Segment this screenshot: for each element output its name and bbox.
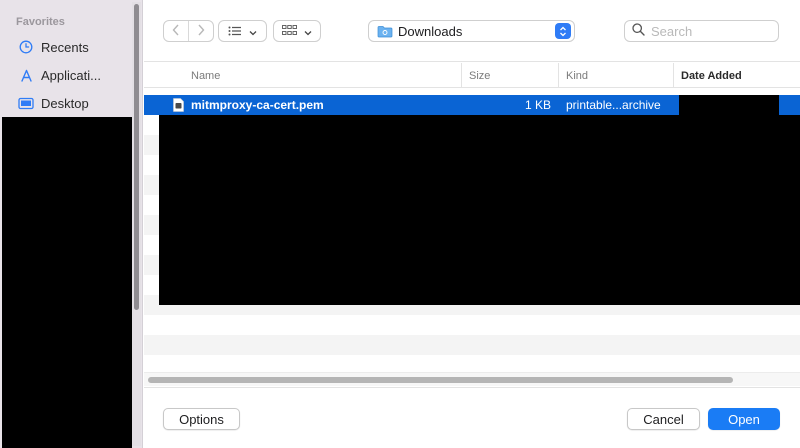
location-popup[interactable]: Downloads <box>368 20 575 42</box>
cancel-button[interactable]: Cancel <box>627 408 700 430</box>
grid-view-icon <box>282 24 297 39</box>
chevron-right-icon <box>197 24 205 39</box>
sidebar-item-applications[interactable]: Applicati... <box>8 63 128 87</box>
chevron-down-icon <box>304 24 312 39</box>
toolbar: Downloads <box>144 0 800 62</box>
horizontal-scrollbar-thumb[interactable] <box>148 377 733 383</box>
sidebar-item-recents[interactable]: Recents <box>8 35 128 59</box>
search-icon <box>632 23 645 39</box>
column-header-name[interactable]: Name <box>184 63 461 88</box>
column-header-size[interactable]: Size <box>461 63 558 88</box>
dialog-footer: Options Cancel Open <box>144 387 800 448</box>
empty-row <box>144 335 800 355</box>
forward-button[interactable] <box>188 21 213 41</box>
redacted-region <box>159 115 800 305</box>
file-kind: printable...archive <box>566 98 661 112</box>
folder-icon <box>377 25 393 38</box>
table-row[interactable]: mitmproxy-ca-cert.pem 1 KB printable...a… <box>144 95 800 115</box>
applications-icon <box>18 67 34 83</box>
sidebar-heading-favorites: Favorites <box>16 16 65 28</box>
document-icon <box>173 98 184 112</box>
chevron-down-icon <box>249 24 257 39</box>
list-header: Name Size Kind Date Added <box>144 63 800 88</box>
column-header-kind[interactable]: Kind <box>558 63 673 88</box>
column-header-date-added[interactable]: Date Added <box>673 63 800 88</box>
open-button[interactable]: Open <box>708 408 780 430</box>
file-size: 1 KB <box>524 98 551 112</box>
navigation-buttons <box>163 20 214 42</box>
chevron-left-icon <box>172 24 180 39</box>
options-button[interactable]: Options <box>163 408 240 430</box>
redacted-region <box>2 117 132 448</box>
list-view-icon <box>228 24 242 39</box>
sidebar: Favorites Recents Applicati... Desktop <box>0 0 143 448</box>
grid-view-button[interactable] <box>273 20 321 42</box>
back-button[interactable] <box>164 21 188 41</box>
search-input[interactable] <box>651 23 771 39</box>
redacted-region <box>679 95 779 115</box>
location-label: Downloads <box>398 23 463 39</box>
stepper-icon <box>555 23 571 39</box>
desktop-icon <box>18 95 34 111</box>
sidebar-item-label: Recents <box>41 39 89 55</box>
sidebar-scrollbar-thumb[interactable] <box>134 4 139 310</box>
search-field[interactable] <box>624 20 779 42</box>
sidebar-item-label: Desktop <box>41 95 89 111</box>
file-name: mitmproxy-ca-cert.pem <box>191 98 324 112</box>
list-view-button[interactable] <box>218 20 267 42</box>
horizontal-scrollbar-track[interactable] <box>144 372 800 386</box>
clock-icon <box>18 39 34 55</box>
sidebar-item-label: Applicati... <box>41 67 101 83</box>
sidebar-item-desktop[interactable]: Desktop <box>8 91 128 115</box>
